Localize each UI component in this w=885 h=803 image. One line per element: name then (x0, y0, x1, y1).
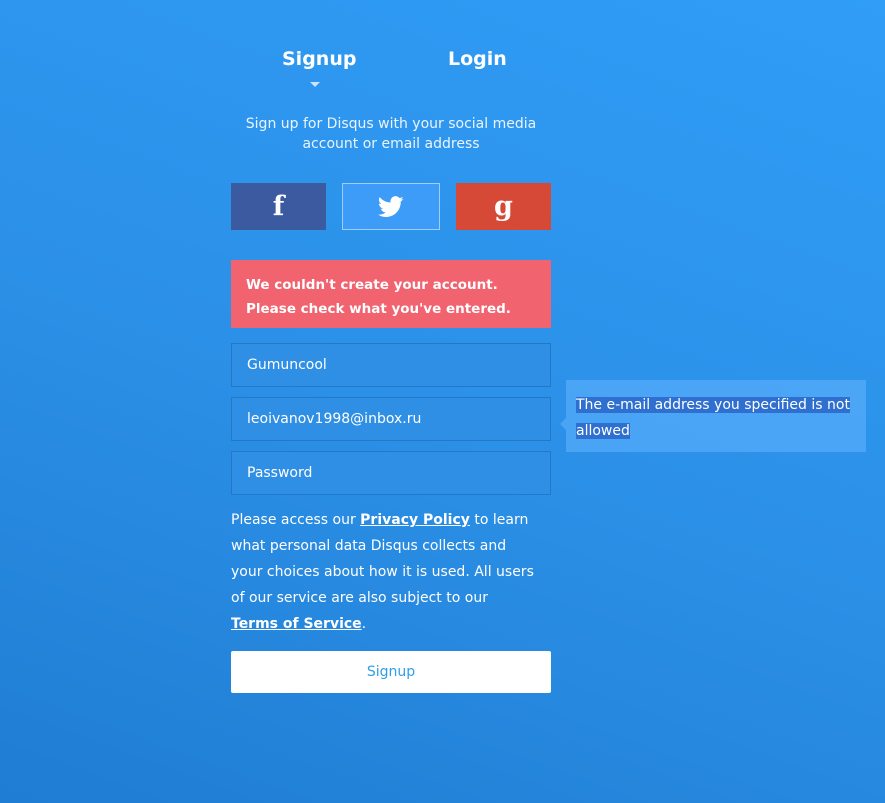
password-field[interactable] (231, 451, 551, 495)
auth-tabs: Signup Login (231, 44, 551, 94)
twitter-icon (378, 195, 404, 217)
privacy-policy-link[interactable]: Privacy Policy (360, 512, 470, 528)
privacy-text-3: . (361, 616, 367, 632)
privacy-notice: Please access our Privacy Policy to lear… (231, 507, 536, 637)
email-error-message: The e-mail address you specified is not … (576, 397, 850, 439)
error-alert: We couldn't create your account. Please … (231, 260, 551, 328)
email-error-tooltip: The e-mail address you specified is not … (560, 380, 866, 452)
facebook-login-button[interactable]: f (231, 183, 326, 230)
google-icon: g (494, 191, 513, 222)
email-field[interactable] (231, 397, 551, 441)
tab-signup[interactable]: Signup (282, 48, 356, 70)
facebook-icon: f (272, 191, 285, 222)
signup-subtitle: Sign up for Disqus with your social medi… (245, 116, 537, 152)
signup-button[interactable]: Signup (231, 651, 551, 693)
terms-of-service-link[interactable]: Terms of Service (231, 616, 362, 632)
privacy-text-1: Please access our (231, 512, 361, 528)
tab-login[interactable]: Login (448, 48, 507, 70)
username-field[interactable] (231, 343, 551, 387)
active-tab-caret-icon (310, 82, 320, 87)
twitter-login-button[interactable] (342, 183, 440, 230)
google-login-button[interactable]: g (456, 183, 551, 230)
